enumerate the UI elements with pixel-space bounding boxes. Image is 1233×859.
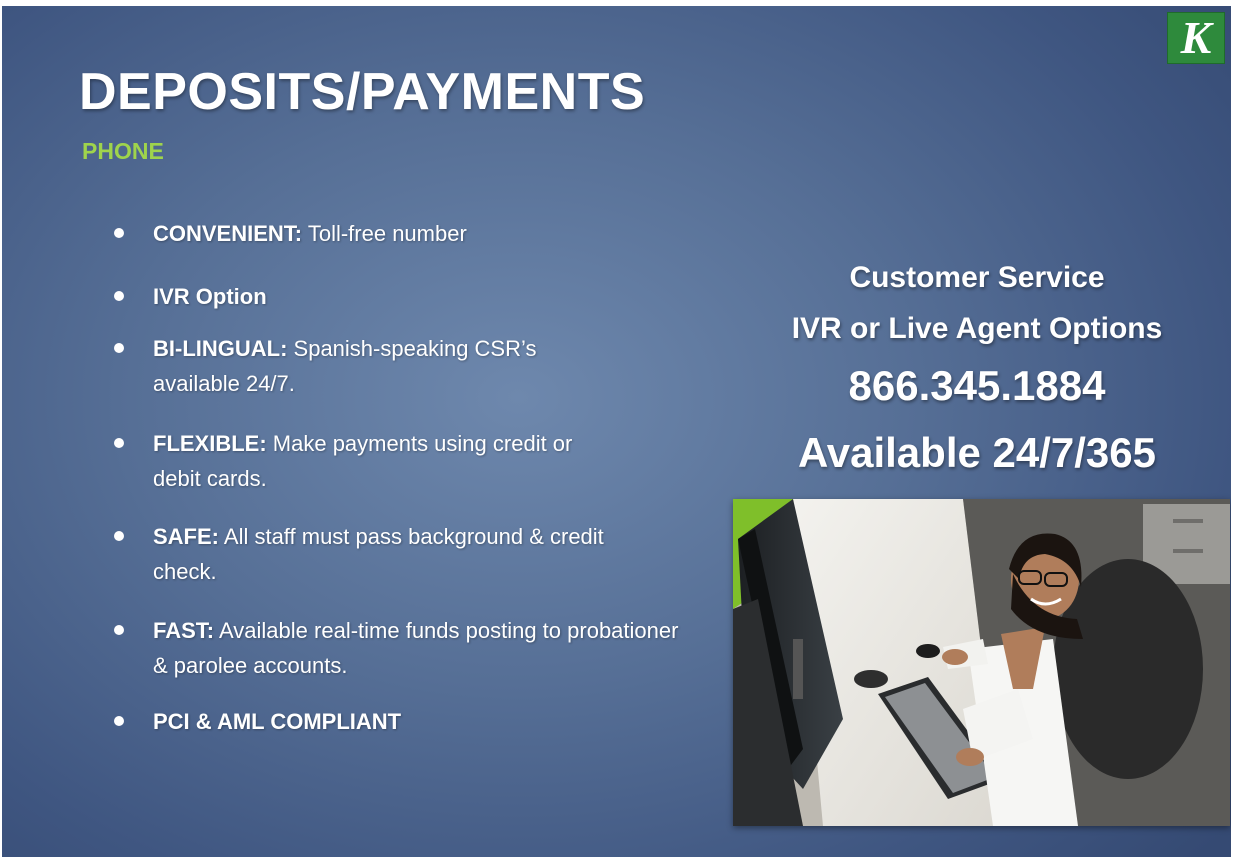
list-item-lead: SAFE: xyxy=(153,524,219,549)
list-item-text: FAST: Available real-time funds posting … xyxy=(153,613,698,683)
list-item-detail: Toll-free number xyxy=(302,221,467,246)
slide: K DEPOSITS/PAYMENTS PHONE CONVENIENT: To… xyxy=(2,6,1231,857)
list-item-detail: All staff must pass background & credit … xyxy=(153,524,604,584)
list-item-lead: BI-LINGUAL: xyxy=(153,336,288,361)
list-item-text: BI-LINGUAL: Spanish-speaking CSR’s avail… xyxy=(153,331,553,401)
company-logo: K xyxy=(1167,12,1225,64)
list-item-text: SAFE: All staff must pass background & c… xyxy=(153,519,653,589)
bullet-icon xyxy=(114,291,124,301)
logo-letter: K xyxy=(1180,12,1212,63)
slide-title: DEPOSITS/PAYMENTS xyxy=(79,63,646,121)
bullet-icon xyxy=(114,625,124,635)
availability: Available 24/7/365 xyxy=(797,429,1157,476)
list-item-detail: Available real-time funds posting to pro… xyxy=(153,618,679,678)
list-item-lead: FLEXIBLE: xyxy=(153,431,267,456)
list-item-lead: PCI & AML COMPLIANT xyxy=(153,709,402,734)
list-item-text: FLEXIBLE: Make payments using credit or … xyxy=(153,426,573,496)
bullet-icon xyxy=(114,531,124,541)
list-item-text: PCI & AML COMPLIANT xyxy=(153,704,713,739)
agent-photo-illustration xyxy=(733,499,1230,826)
phone-number: 866.345.1884 xyxy=(848,362,1106,409)
bullet-icon xyxy=(114,228,124,238)
agent-photo xyxy=(733,499,1230,826)
bullet-icon xyxy=(114,438,124,448)
bullet-icon xyxy=(114,716,124,726)
customer-service-heading: Customer Service xyxy=(849,261,1105,294)
list-item-text: CONVENIENT: Toll-free number xyxy=(153,216,713,251)
bullet-icon xyxy=(114,343,124,353)
list-item-lead: CONVENIENT: xyxy=(153,221,303,246)
list-item-lead: FAST: xyxy=(153,618,215,643)
list-item-lead: IVR Option xyxy=(153,284,267,309)
list-item-text: IVR Option xyxy=(153,279,713,314)
slide-subtitle: PHONE xyxy=(82,138,164,164)
contact-options: IVR or Live Agent Options xyxy=(791,312,1163,345)
